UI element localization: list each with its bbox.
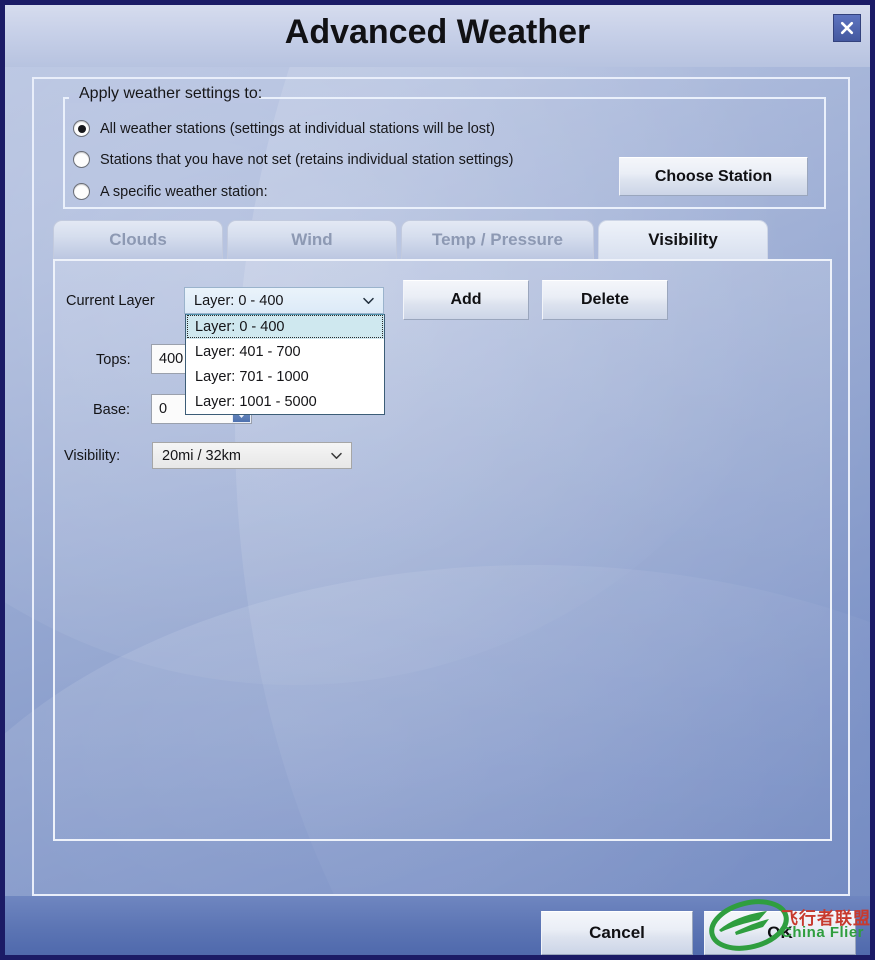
radio-label: Stations that you have not set (retains … bbox=[100, 151, 514, 168]
ok-button[interactable]: OK bbox=[704, 911, 856, 955]
radio-label: A specific weather station: bbox=[100, 183, 268, 200]
title-bar: Advanced Weather bbox=[5, 5, 870, 67]
tab-temp-pressure[interactable]: Temp / Pressure bbox=[401, 220, 594, 259]
current-layer-label: Current Layer bbox=[66, 293, 155, 309]
tops-label: Tops: bbox=[96, 352, 131, 368]
add-button[interactable]: Add bbox=[403, 280, 529, 320]
close-button[interactable] bbox=[833, 14, 861, 42]
cancel-button[interactable]: Cancel bbox=[541, 911, 693, 955]
delete-button[interactable]: Delete bbox=[542, 280, 668, 320]
dropdown-option[interactable]: Layer: 401 - 700 bbox=[186, 339, 384, 364]
base-label: Base: bbox=[93, 402, 131, 418]
choose-station-button[interactable]: Choose Station bbox=[619, 157, 808, 196]
radio-specific-station[interactable]: A specific weather station: bbox=[73, 183, 268, 200]
advanced-weather-dialog: Advanced Weather Apply weather settings … bbox=[0, 0, 875, 960]
radio-icon bbox=[73, 151, 90, 168]
apply-settings-legend: Apply weather settings to: bbox=[79, 85, 263, 102]
tab-clouds[interactable]: Clouds bbox=[53, 220, 223, 259]
tab-wind[interactable]: Wind bbox=[227, 220, 397, 259]
tab-visibility[interactable]: Visibility bbox=[598, 220, 768, 259]
dropdown-option[interactable]: Layer: 1001 - 5000 bbox=[186, 389, 384, 414]
radio-all-stations[interactable]: All weather stations (settings at indivi… bbox=[73, 120, 495, 137]
dropdown-option[interactable]: Layer: 0 - 400 bbox=[186, 314, 384, 339]
current-layer-value: Layer: 0 - 400 bbox=[194, 292, 284, 309]
radio-label: All weather stations (settings at indivi… bbox=[100, 120, 495, 137]
page-title: Advanced Weather bbox=[284, 13, 591, 51]
radio-icon bbox=[73, 120, 90, 137]
visibility-label: Visibility: bbox=[64, 448, 121, 464]
radio-icon bbox=[73, 183, 90, 200]
chevron-down-icon bbox=[331, 452, 351, 460]
chevron-down-icon bbox=[363, 297, 383, 305]
dialog-body: Advanced Weather Apply weather settings … bbox=[5, 5, 870, 955]
current-layer-combobox[interactable]: Layer: 0 - 400 bbox=[184, 287, 384, 314]
current-layer-dropdown-list[interactable]: Layer: 0 - 400 Layer: 401 - 700 Layer: 7… bbox=[185, 314, 385, 415]
dropdown-option[interactable]: Layer: 701 - 1000 bbox=[186, 364, 384, 389]
visibility-combobox[interactable]: 20mi / 32km bbox=[152, 442, 352, 469]
radio-unset-stations[interactable]: Stations that you have not set (retains … bbox=[73, 151, 513, 168]
close-x-icon bbox=[840, 21, 854, 35]
visibility-value: 20mi / 32km bbox=[162, 447, 241, 464]
